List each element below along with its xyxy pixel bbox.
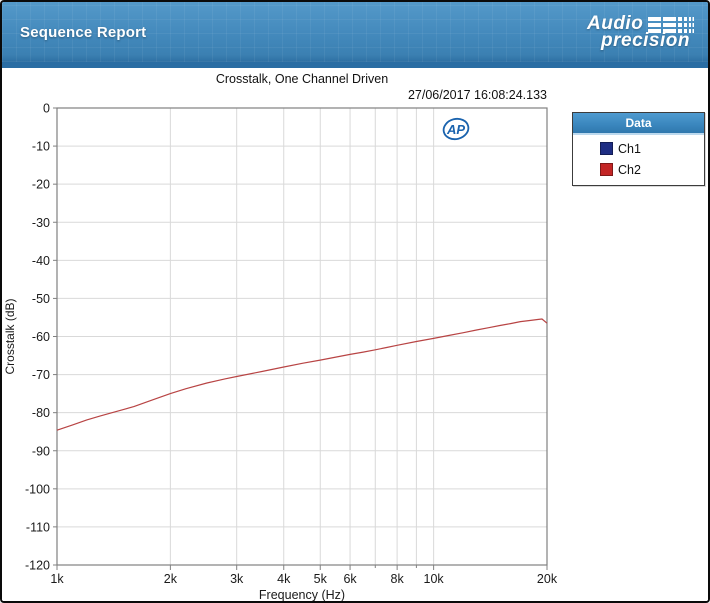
y-tick-label: -10	[32, 140, 50, 154]
y-tick-label: 0	[43, 102, 50, 116]
y-tick-label: -120	[25, 559, 50, 573]
ap-watermark-icon: AP	[442, 117, 470, 141]
legend-swatch-ch1	[600, 142, 613, 155]
x-tick-label: 20k	[537, 572, 558, 586]
legend-item-ch2[interactable]: Ch2	[573, 159, 704, 180]
y-tick-label: -20	[32, 178, 50, 192]
legend-label: Ch2	[618, 162, 641, 177]
y-axis-label: Crosstalk (dB)	[3, 298, 17, 374]
y-tick-label: -110	[26, 520, 50, 534]
x-tick-label: 5k	[314, 572, 328, 586]
x-tick-label: 8k	[391, 572, 405, 586]
legend-item-ch1[interactable]: Ch1	[573, 138, 704, 159]
legend-swatch-ch2	[600, 163, 613, 176]
legend-items: Ch1 Ch2	[573, 135, 704, 185]
x-tick-label: 3k	[230, 572, 244, 586]
y-tick-label: -80	[32, 406, 50, 420]
legend-title: Data	[573, 113, 704, 135]
x-tick-label: 10k	[424, 572, 445, 586]
y-tick-label: -100	[25, 482, 50, 496]
legend-label: Ch1	[618, 141, 641, 156]
report-header: Sequence Report Audio precision	[2, 2, 708, 68]
x-tick-label: 4k	[277, 572, 291, 586]
sequence-report-window: Sequence Report Audio precision Crosstal…	[0, 0, 710, 603]
audio-precision-logo: Audio precision	[569, 11, 695, 57]
chart-legend: Data Ch1 Ch2	[572, 112, 705, 186]
y-tick-label: -70	[32, 368, 50, 382]
brand-precision-text: precision	[601, 30, 690, 51]
x-tick-label: 6k	[343, 572, 357, 586]
x-tick-label: 2k	[164, 572, 178, 586]
report-title: Sequence Report	[20, 24, 147, 41]
y-tick-label: -50	[32, 292, 50, 306]
y-tick-label: -60	[32, 330, 50, 344]
x-tick-label: 1k	[50, 572, 64, 586]
svg-text:AP: AP	[446, 122, 465, 137]
y-tick-label: -30	[32, 216, 50, 230]
y-tick-label: -90	[32, 444, 50, 458]
x-axis-label: Frequency (Hz)	[259, 588, 345, 601]
report-body: Crosstalk, One Channel Driven 27/06/2017…	[2, 68, 708, 601]
y-tick-label: -40	[32, 254, 50, 268]
